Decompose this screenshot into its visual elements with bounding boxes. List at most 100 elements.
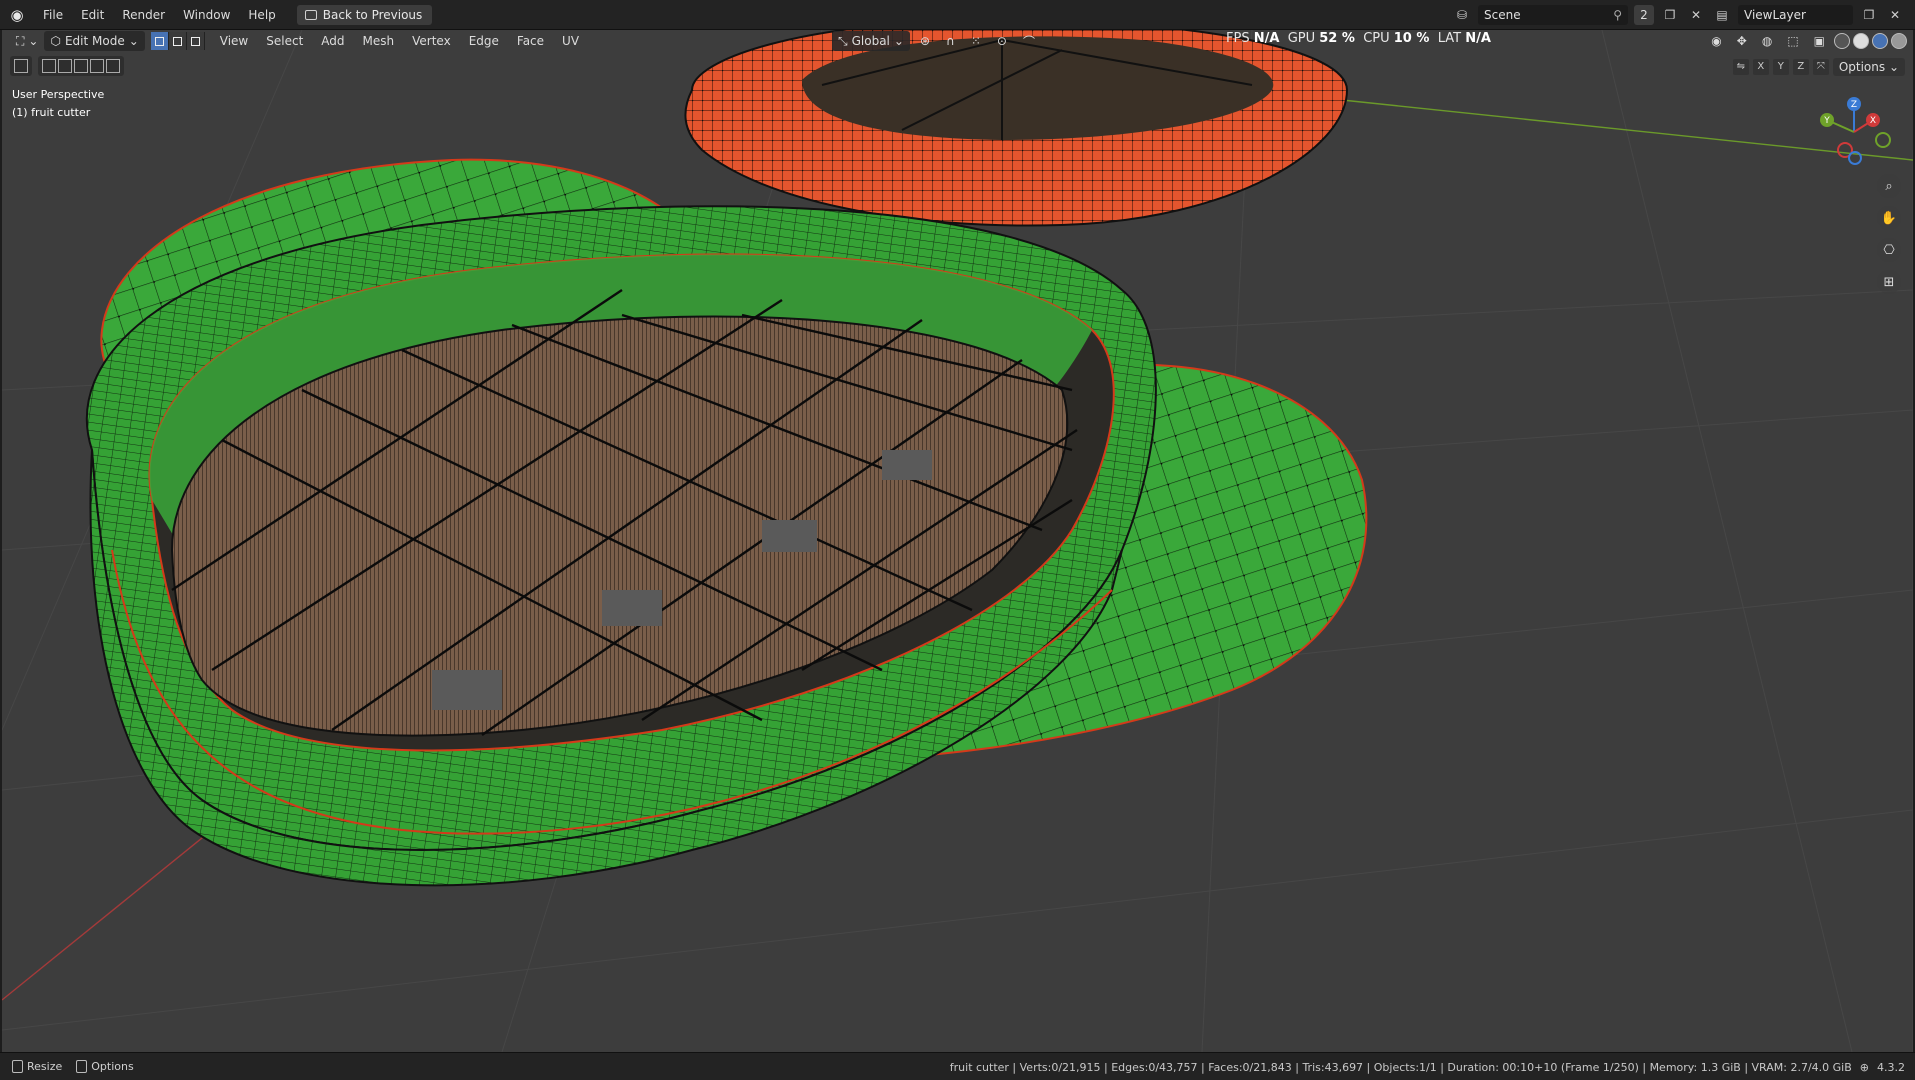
xray-icon: ▣ — [1813, 34, 1825, 48]
select-mode-options[interactable] — [38, 56, 124, 76]
back-to-previous-label: Back to Previous — [322, 7, 423, 22]
viewport-object-label: (1) fruit cutter — [12, 106, 91, 119]
mirror-axes-row: ⇋ X Y Z ⤧ Options ⌄ — [1732, 58, 1905, 76]
gpu-value: 52 % — [1319, 31, 1355, 46]
orientation-selector[interactable]: ⤡ Global ⌄ — [832, 31, 910, 51]
menu-vertex[interactable]: Vertex — [403, 34, 460, 48]
snap-toggle[interactable]: ∩ — [940, 31, 961, 51]
face-select-button[interactable] — [186, 32, 205, 50]
zoom-icon[interactable]: ⌕ — [1877, 174, 1901, 198]
viewport-scene — [2, 30, 1913, 1052]
wireframe-shading-button[interactable] — [1834, 33, 1850, 49]
fps-label: FPS — [1226, 31, 1250, 46]
solid-shading-button[interactable] — [1853, 33, 1869, 49]
eye-icon: ◉ — [1711, 34, 1722, 48]
resize-hint: Resize — [12, 1060, 62, 1073]
mode-label: Edit Mode — [64, 34, 125, 48]
options-hint-label: Options — [91, 1060, 134, 1073]
green-cutter-object — [85, 158, 1368, 887]
viewport-header: ⛶ ⌄ ⬡ Edit Mode ⌄ View Select Add Mesh Ve… — [0, 30, 1915, 52]
axis-y-toggle[interactable]: Y — [1772, 59, 1789, 75]
menu-file[interactable]: File — [34, 0, 72, 30]
select-mode-toggle — [150, 32, 205, 50]
gizmo-neg-z[interactable] — [1848, 151, 1862, 165]
options-label: Options — [1838, 60, 1886, 74]
3d-viewport[interactable]: Z Y X — [2, 30, 1913, 1052]
xray-toggle[interactable]: ▣ — [1808, 31, 1831, 51]
mode-selector[interactable]: ⬡ Edit Mode ⌄ — [44, 31, 145, 51]
vertex-select-button[interactable] — [150, 32, 169, 50]
intersect-icon — [106, 59, 120, 73]
mirror-icon[interactable]: ⇋ — [1732, 59, 1749, 75]
overlay-toggle[interactable]: ◍ — [1756, 31, 1778, 51]
editor-type-button[interactable]: ⛶ ⌄ — [10, 31, 44, 51]
axis-z-toggle[interactable]: Z — [1792, 59, 1809, 75]
pivot-button[interactable]: ⊛ — [914, 31, 936, 51]
menu-mesh[interactable]: Mesh — [354, 34, 404, 48]
tool-row — [10, 56, 124, 76]
new-view-layer-icon[interactable]: ❐ — [1859, 5, 1879, 25]
menu-add[interactable]: Add — [312, 34, 353, 48]
scene-icon[interactable]: ⛁ — [1452, 5, 1472, 25]
snap-target-button[interactable]: ⁙ — [965, 31, 987, 51]
edge-select-button[interactable] — [168, 32, 187, 50]
menu-view[interactable]: View — [211, 34, 257, 48]
chevron-down-icon: ⌄ — [893, 34, 904, 48]
visibility-button[interactable]: ◉ — [1705, 31, 1727, 51]
menu-face[interactable]: Face — [508, 34, 553, 48]
axis-x-toggle[interactable]: X — [1752, 59, 1769, 75]
pivot-icon: ⊛ — [919, 34, 931, 48]
blender-logo-icon[interactable]: ◉ — [0, 0, 34, 30]
status-bar: Resize Options fruit cutter | Verts:0/21… — [0, 1052, 1915, 1080]
navigation-gizmo[interactable]: Z Y X — [1809, 92, 1899, 172]
gizmo-neg-y[interactable] — [1875, 132, 1891, 148]
remove-view-layer-icon[interactable]: ✕ — [1885, 5, 1905, 25]
select-tool-button[interactable] — [10, 56, 32, 76]
back-to-previous-button[interactable]: Back to Previous — [296, 4, 433, 25]
view-layer-selector[interactable]: ViewLayer — [1738, 5, 1853, 25]
menu-render[interactable]: Render — [113, 0, 174, 30]
gizmo-z-label: Z — [1851, 100, 1857, 110]
mesh-edit-overlay[interactable]: ⬚ — [1781, 31, 1804, 51]
overlay-icon: ◍ — [1761, 34, 1773, 48]
mouse-right-icon — [76, 1060, 88, 1073]
mouse-icon — [12, 1060, 23, 1073]
gizmo-toggle[interactable]: ✥ — [1731, 31, 1753, 51]
falloff-button[interactable]: ⌒ — [1017, 31, 1041, 51]
pin-icon[interactable]: ⚲ — [1613, 8, 1622, 22]
edge-mode-icon — [172, 36, 182, 46]
chevron-down-icon: ⌄ — [128, 34, 139, 48]
auto-merge-icon[interactable]: ⤧ — [1812, 59, 1829, 75]
menu-edge[interactable]: Edge — [460, 34, 508, 48]
falloff-icon: ⌒ — [1022, 34, 1035, 49]
proportional-edit-toggle[interactable]: ⊙ — [991, 31, 1013, 51]
remove-scene-icon[interactable]: ✕ — [1686, 5, 1706, 25]
scene-selector[interactable]: Scene ⚲ — [1478, 5, 1628, 25]
menu-help[interactable]: Help — [239, 0, 284, 30]
camera-view-icon[interactable]: ⎔ — [1877, 238, 1901, 262]
gizmo-icon: ✥ — [1736, 34, 1747, 48]
menu-edit[interactable]: Edit — [72, 0, 113, 30]
face-mode-icon — [190, 36, 200, 46]
new-scene-icon[interactable]: ❐ — [1660, 5, 1680, 25]
view-layer-icon[interactable]: ▤ — [1712, 5, 1732, 25]
resize-label: Resize — [27, 1060, 63, 1073]
gizmo-y-label: Y — [1823, 116, 1830, 126]
options-dropdown[interactable]: Options ⌄ — [1832, 58, 1905, 76]
rendered-shading-button[interactable] — [1891, 33, 1907, 49]
pan-hand-icon[interactable]: ✋ — [1877, 206, 1901, 230]
ortho-grid-icon[interactable]: ⊞ — [1877, 270, 1901, 294]
fps-value: N/A — [1253, 31, 1280, 46]
transform-tools: ⤡ Global ⌄ ⊛ ∩ ⁙ ⊙ ⌒ — [832, 30, 1041, 52]
menu-uv[interactable]: UV — [553, 34, 588, 48]
select-box-icon — [14, 59, 28, 73]
material-shading-button[interactable] — [1872, 33, 1888, 49]
view-layer-name: ViewLayer — [1744, 8, 1806, 22]
editor-type-icon: ⛶ — [16, 33, 25, 48]
options-hint: Options — [76, 1060, 134, 1073]
top-menu-bar: ◉ File Edit Render Window Help Back to P… — [0, 0, 1915, 30]
gizmo-x-label: X — [1870, 116, 1876, 126]
scene-name: Scene — [1484, 8, 1521, 22]
menu-window[interactable]: Window — [174, 0, 239, 30]
menu-select[interactable]: Select — [257, 34, 312, 48]
